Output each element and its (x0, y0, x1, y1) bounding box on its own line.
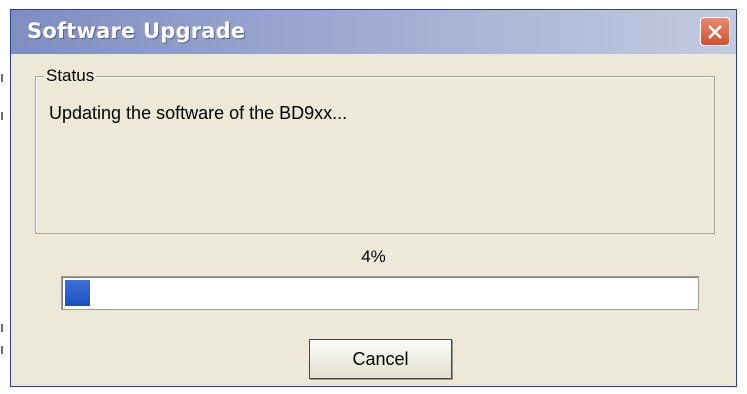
cancel-button[interactable]: Cancel (309, 339, 452, 379)
status-message: Updating the software of the BD9xx... (49, 103, 348, 123)
software-upgrade-dialog: Software Upgrade Status Updating the sof… (10, 9, 737, 387)
progress-bar-fill (65, 280, 90, 306)
desktop-background-edge (0, 0, 10, 394)
progress-bar (61, 276, 699, 310)
window-title: Software Upgrade (27, 19, 246, 43)
title-bar[interactable]: Software Upgrade (11, 10, 736, 54)
status-group-legend: Status (44, 66, 97, 86)
close-icon (708, 24, 722, 39)
status-groupbox: Status Updating the software of the BD9x… (35, 66, 715, 234)
close-button[interactable] (700, 17, 730, 46)
progress-percent-label: 4% (361, 247, 386, 266)
